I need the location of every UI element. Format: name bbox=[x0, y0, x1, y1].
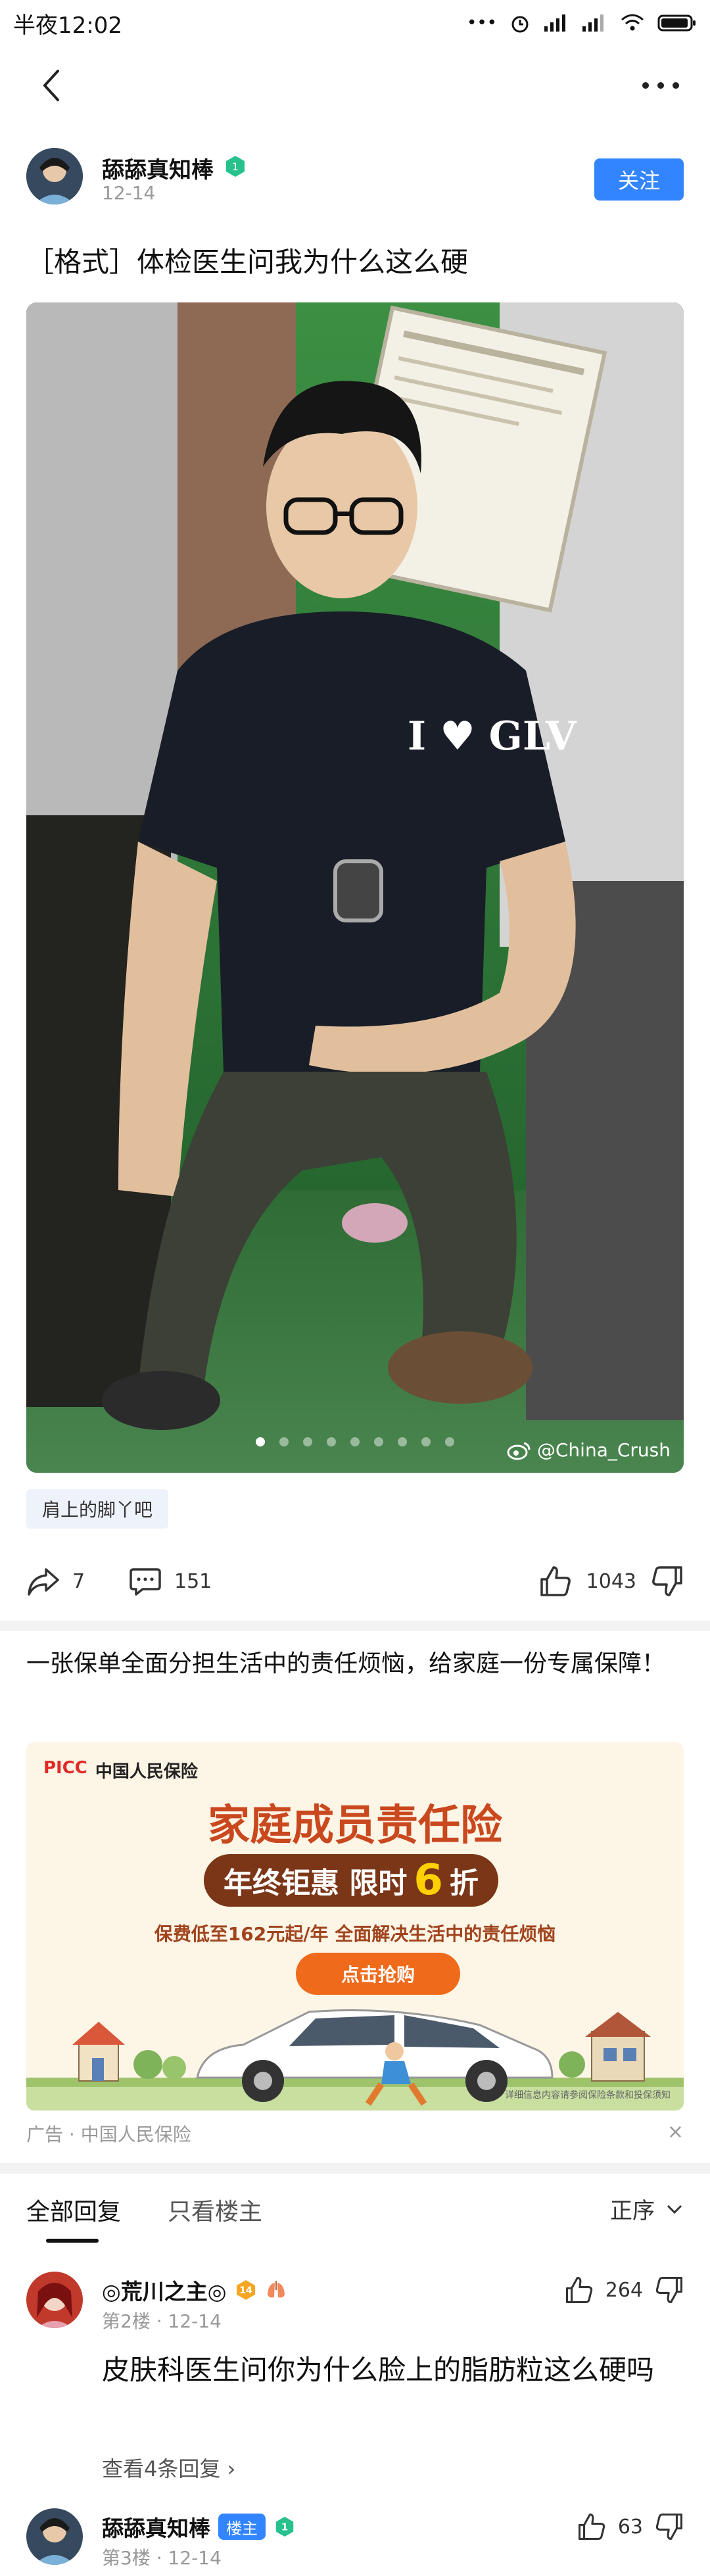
comment-meta: 第3楼 · 12-14 bbox=[102, 2547, 222, 2569]
back-arrow-icon[interactable] bbox=[33, 66, 72, 105]
like-count: 1043 bbox=[586, 1569, 636, 1593]
ad-close-icon[interactable]: × bbox=[667, 2120, 684, 2143]
notification-dots-icon: ••• bbox=[466, 13, 497, 33]
page-dot[interactable] bbox=[256, 1437, 265, 1446]
thumbs-up-icon[interactable] bbox=[539, 1565, 572, 1598]
forum-tag[interactable]: 肩上的脚丫吧 bbox=[26, 1489, 169, 1529]
page-dot[interactable] bbox=[303, 1437, 312, 1446]
comment-count: 151 bbox=[174, 1569, 212, 1593]
ad-promo-text: 年终钜惠 限时 bbox=[224, 1867, 408, 1900]
view-replies-link[interactable]: 查看4条回复 › bbox=[102, 2452, 235, 2483]
ad-promo-number: 6 bbox=[414, 1856, 443, 1905]
weibo-icon bbox=[507, 1442, 531, 1460]
chevron-down-icon bbox=[667, 2205, 682, 2214]
tab-op-only[interactable]: 只看楼主 bbox=[168, 2193, 262, 2227]
page-dot[interactable] bbox=[374, 1437, 383, 1446]
comment-like-controls: 63 bbox=[577, 2512, 684, 2541]
share-count: 7 bbox=[72, 1569, 85, 1593]
comment-like-controls: 264 bbox=[565, 2276, 684, 2304]
post-photo-illustration: I ♥ GLV bbox=[26, 302, 684, 1473]
section-divider bbox=[0, 2163, 710, 2174]
svg-text:14: 14 bbox=[239, 2285, 252, 2296]
thumbs-up-icon[interactable] bbox=[577, 2512, 606, 2541]
comment-like-count: 264 bbox=[605, 2278, 643, 2302]
reply-tabs: 全部回复 只看楼主 正序 bbox=[26, 2193, 684, 2245]
op-badge: 楼主 bbox=[218, 2514, 266, 2540]
ad-source: 广告 · 中国人民保险 bbox=[26, 2124, 191, 2145]
signal-icon bbox=[544, 14, 565, 32]
more-options-icon[interactable] bbox=[638, 66, 684, 105]
author-name[interactable]: 舔舔真知棒 bbox=[102, 152, 214, 184]
ad-fine-print: 详细信息内容请参阅保险条款和投保须知 bbox=[505, 2090, 671, 2101]
sort-label: 正序 bbox=[610, 2198, 655, 2224]
page-dot[interactable] bbox=[279, 1437, 289, 1446]
follow-button[interactable]: 关注 bbox=[594, 158, 684, 201]
section-divider bbox=[0, 1621, 710, 1631]
wifi-icon bbox=[621, 14, 644, 31]
nav-bar bbox=[0, 46, 710, 125]
house-right-icon bbox=[585, 2012, 651, 2082]
comment-body: 皮肤科医生问你为什么脸上的脂肪粒这么硬吗 bbox=[102, 2354, 655, 2386]
comment-item: ◎荒川之主◎ 14 第2楼 · 12-14 264 皮肤科医生问你为什么脸上的脂… bbox=[26, 2272, 684, 2489]
share-button[interactable]: 7 bbox=[26, 1565, 85, 1597]
tab-all-replies[interactable]: 全部回复 bbox=[26, 2193, 121, 2227]
lung-badge-icon bbox=[267, 2281, 285, 2298]
battery-icon bbox=[657, 14, 696, 32]
thumbs-down-icon[interactable] bbox=[651, 1565, 684, 1598]
active-tab-indicator bbox=[46, 2239, 99, 2243]
like-controls: 1043 bbox=[539, 1565, 684, 1598]
status-icons: ••• bbox=[467, 12, 697, 34]
commenter-avatar[interactable] bbox=[26, 2508, 83, 2565]
commenter-name-row: ◎荒川之主◎ 14 bbox=[102, 2274, 287, 2306]
ad-logo: PICC 中国人民保险 bbox=[43, 1758, 198, 1782]
post-date: 12-14 bbox=[102, 182, 156, 204]
status-time: 半夜12:02 bbox=[13, 12, 122, 39]
level-badge-icon: 14 bbox=[236, 2280, 255, 2300]
watermark-text: @China_Crush bbox=[536, 1439, 671, 1461]
ad-promo-suffix: 折 bbox=[449, 1867, 479, 1900]
ad-logo-name: 中国人民保险 bbox=[95, 1762, 198, 1782]
alarm-icon bbox=[511, 16, 529, 33]
image-watermark: @China_Crush bbox=[507, 1439, 671, 1461]
commenter-name-row: 舔舔真知棒 楼主 1 bbox=[102, 2511, 296, 2542]
comment-button[interactable]: 151 bbox=[128, 1565, 212, 1597]
ad-promo: 年终钜惠 限时 6 折 bbox=[204, 1854, 498, 1907]
page-dot[interactable] bbox=[327, 1437, 336, 1446]
comment-meta: 第2楼 · 12-14 bbox=[102, 2310, 222, 2332]
ad-headline: 家庭成员责任险 bbox=[208, 1801, 502, 1850]
thumbs-down-icon[interactable] bbox=[655, 2276, 684, 2304]
ad-description[interactable]: 一张保单全面分担生活中的责任烦恼，给家庭一份专属保障！ bbox=[26, 1644, 684, 1684]
page-dot[interactable] bbox=[421, 1437, 431, 1446]
verified-badge-icon: 1 bbox=[275, 2516, 294, 2537]
ad-banner[interactable]: PICC 中国人民保险 家庭成员责任险 年终钜惠 限时 6 折 保费低至162元… bbox=[26, 1742, 684, 2111]
commenter-name[interactable]: ◎荒川之主◎ bbox=[102, 2274, 227, 2306]
sort-dropdown[interactable]: 正序 bbox=[610, 2193, 684, 2225]
share-icon bbox=[28, 1568, 59, 1596]
shirt-logo-text: I ♥ GLV bbox=[408, 713, 577, 759]
commenter-name[interactable]: 舔舔真知棒 bbox=[102, 2511, 210, 2542]
commenter-avatar[interactable] bbox=[26, 2272, 83, 2328]
house-left-icon bbox=[72, 2022, 125, 2082]
post-title: ［格式］体检医生问我为什么这么硬 bbox=[26, 246, 469, 278]
post-image[interactable]: I ♥ GLV @China_Crush bbox=[26, 302, 684, 1473]
svg-text:1: 1 bbox=[232, 160, 239, 173]
thumbs-down-icon[interactable] bbox=[655, 2512, 684, 2541]
page-dot[interactable] bbox=[445, 1437, 454, 1446]
signal-icon-2 bbox=[582, 14, 604, 32]
ad-subtitle: 保费低至162元起/年 全面解决生活中的责任烦恼 bbox=[154, 1923, 556, 1945]
author-avatar[interactable] bbox=[26, 148, 83, 204]
comment-icon bbox=[130, 1568, 161, 1596]
verified-badge-icon: 1 bbox=[226, 156, 245, 177]
status-bar: 半夜12:02 ••• bbox=[0, 0, 710, 46]
thumbs-up-icon[interactable] bbox=[565, 2276, 594, 2304]
post-author-row: 舔舔真知棒 1 12-14 关注 bbox=[26, 148, 684, 214]
page-dot[interactable] bbox=[398, 1437, 407, 1446]
svg-text:1: 1 bbox=[281, 2521, 289, 2533]
post-actions: 7 151 1043 bbox=[26, 1558, 684, 1604]
comment-item: 舔舔真知棒 楼主 1 第3楼 · 12-14 63 bbox=[26, 2508, 684, 2574]
page-dot[interactable] bbox=[350, 1437, 360, 1446]
ad-logo-mark: PICC bbox=[43, 1758, 87, 1778]
comment-like-count: 63 bbox=[617, 2515, 643, 2539]
